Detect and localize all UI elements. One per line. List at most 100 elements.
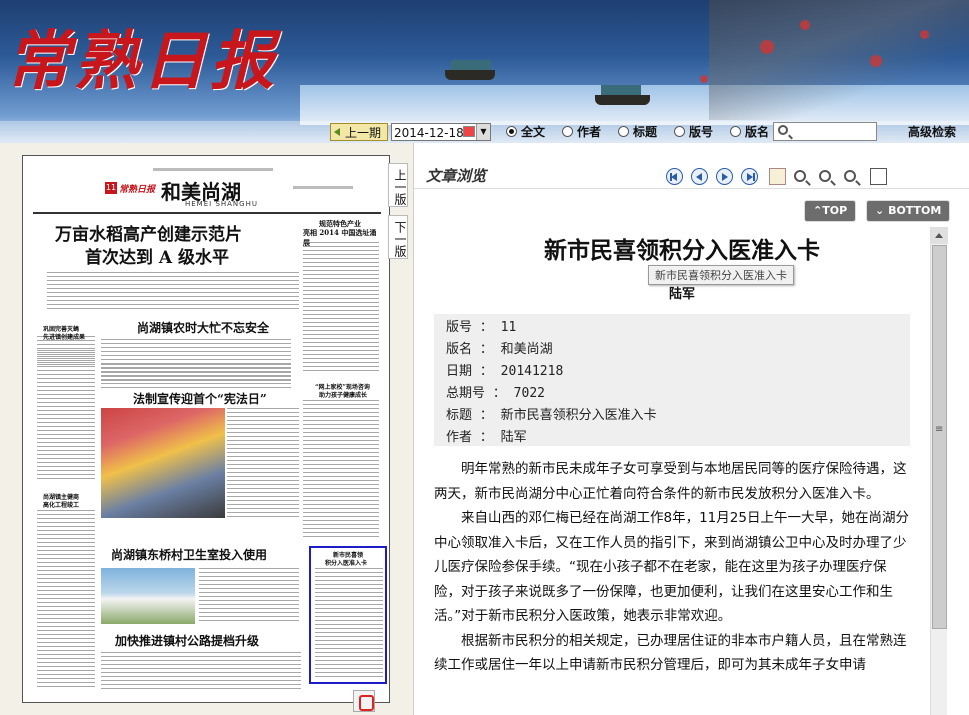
- search-input[interactable]: [773, 122, 877, 141]
- headline-5[interactable]: 加快推进镇村公路提档升级: [115, 632, 259, 649]
- banner-boat: [445, 60, 495, 80]
- bottom-button[interactable]: ⌄ BOTTOM: [866, 200, 951, 222]
- page-number: 11: [105, 182, 117, 194]
- headline-main-2[interactable]: 首次达到 A 级水平: [85, 243, 229, 268]
- article-text[interactable]: [303, 242, 379, 372]
- bottom-button-label: BOTTOM: [888, 204, 942, 217]
- photo-law-promotion[interactable]: [101, 408, 225, 518]
- radio-title[interactable]: [618, 126, 629, 137]
- search-icon[interactable]: [778, 125, 788, 135]
- meta-label: 版名: [446, 342, 473, 357]
- masthead-line: [153, 168, 273, 171]
- radio-author-label: 作者: [577, 125, 602, 139]
- headline-main-1[interactable]: 万亩水稻高产创建示范片: [55, 220, 242, 245]
- zoom-out-icon[interactable]: [844, 170, 856, 182]
- prev-icon[interactable]: [691, 168, 708, 185]
- pdf-icon[interactable]: [353, 690, 375, 712]
- calendar-icon[interactable]: [463, 126, 475, 137]
- article-paragraph: 根据新市民积分的相关规定，已办理居住证的非本市户籍人员，且在常熟连续工作或居住一…: [434, 632, 907, 674]
- photo-clinic[interactable]: [101, 568, 195, 624]
- selected-article-title-2: 积分入医准入卡: [325, 560, 368, 567]
- banner-blossom: [700, 75, 708, 83]
- banner-blossom: [920, 30, 929, 39]
- last-page-icon[interactable]: [741, 168, 758, 185]
- top-button[interactable]: ⌃TOP: [804, 200, 857, 222]
- prev-issue-button[interactable]: 上一期: [330, 123, 388, 141]
- headline-3[interactable]: 法制宣传迎首个“宪法日”: [133, 390, 267, 407]
- article-text[interactable]: [37, 510, 95, 690]
- tab-next-page[interactable]: 下一版: [388, 215, 408, 259]
- article-text[interactable]: [101, 652, 301, 692]
- copy-icon[interactable]: [870, 168, 887, 185]
- meta-label: 总期号: [446, 386, 486, 401]
- article-text[interactable]: [101, 364, 291, 382]
- article-text[interactable]: [227, 408, 299, 518]
- box-title-2[interactable]: 先进镇创建成果: [43, 332, 85, 341]
- meta-value: 11: [500, 320, 517, 335]
- meta-row: 标题 ： 新市民喜领积分入医准入卡: [446, 408, 657, 423]
- scroll-thumb[interactable]: [932, 245, 947, 629]
- meta-row: 作者 ： 陆军: [446, 430, 527, 445]
- radio-page-name[interactable]: [730, 126, 741, 137]
- article-text[interactable]: [303, 400, 379, 540]
- article-text[interactable]: [37, 350, 95, 480]
- radio-fulltext-label: 全文: [521, 125, 546, 139]
- viewer-title: 文章浏览: [426, 167, 487, 185]
- prev-issue-label: 上一期: [345, 126, 382, 140]
- meta-value: 20141218: [500, 364, 564, 379]
- page-masthead: 11 常熟日报 和美尚湖 HEMEI SHANGHU: [33, 164, 381, 214]
- banner-blossom: [800, 20, 810, 30]
- date-value: 2014-12-18: [394, 126, 464, 140]
- site-logo[interactable]: 常熟日报: [6, 10, 278, 102]
- article-author: 陆军: [668, 287, 695, 302]
- tab-prev-page[interactable]: 上一版: [388, 163, 408, 207]
- zoom-reset-icon[interactable]: [819, 170, 831, 182]
- prev-arrow-icon: [334, 128, 340, 136]
- meta-label: 作者: [446, 430, 473, 445]
- radio-page-name-label: 版名: [745, 125, 770, 139]
- chevron-down-icon: ⌄: [875, 204, 885, 217]
- meta-label: 标题: [446, 408, 473, 423]
- top-button-label: TOP: [822, 204, 848, 217]
- first-page-icon[interactable]: [666, 168, 683, 185]
- radio-page-number-label: 版号: [689, 125, 714, 139]
- banner-blossom: [760, 40, 774, 54]
- chevron-down-icon[interactable]: ▼: [476, 124, 490, 140]
- selected-article-box[interactable]: 新市民喜领 积分入医准入卡: [309, 546, 387, 684]
- article-text[interactable]: [199, 568, 299, 624]
- newspaper-page-thumbnail[interactable]: 11 常熟日报 和美尚湖 HEMEI SHANGHU 万亩水稻高产创建示范片 首…: [22, 155, 390, 703]
- scroll-up-icon[interactable]: [931, 227, 948, 244]
- box-title-4[interactable]: 高化工程竣工: [43, 500, 79, 509]
- banner-blossom: [870, 55, 882, 67]
- meta-label: 日期: [446, 364, 473, 379]
- next-icon[interactable]: [716, 168, 733, 185]
- title-tooltip: 新市民喜领积分入医准入卡: [648, 265, 794, 285]
- meta-value: 和美尚湖: [500, 342, 553, 357]
- article-text[interactable]: [47, 272, 299, 312]
- headline-2[interactable]: 尚湖镇农时大忙不忘安全: [137, 319, 269, 336]
- side-headline-4[interactable]: 助力孩子健康成长: [319, 390, 367, 399]
- selected-article-text: [315, 568, 383, 680]
- document-icon[interactable]: [769, 168, 786, 185]
- article-viewer: 文章浏览 ⌃TOP ⌄ BOTTOM 新市民喜领积分入医准入卡 新市民喜领积分入…: [414, 143, 969, 715]
- article-scrollbar[interactable]: [930, 227, 948, 715]
- newspaper-page: 11 常熟日报 和美尚湖 HEMEI SHANGHU 万亩水稻高产创建示范片 首…: [33, 164, 387, 694]
- article-paragraph: 来自山西的邓仁梅已经在尚湖工作8年，11月25日上午一大早，她在尚湖分中心领取准…: [434, 510, 909, 624]
- radio-page-number[interactable]: [674, 126, 685, 137]
- meta-value: 陆军: [500, 430, 527, 445]
- advanced-search-link[interactable]: 高级检索: [908, 123, 956, 141]
- chevron-up-icon: ⌃: [813, 204, 823, 217]
- meta-value: 7022: [513, 386, 545, 401]
- meta-row: 版名 ： 和美尚湖: [446, 342, 553, 357]
- article-paragraph: 明年常熟的新市民未成年子女可享受到与本地居民同等的医疗保险待遇，这两天，新市民尚…: [434, 461, 907, 502]
- headline-4[interactable]: 尚湖镇东桥村卫生室投入使用: [111, 546, 267, 563]
- radio-author[interactable]: [562, 126, 573, 137]
- zoom-in-icon[interactable]: [794, 170, 806, 182]
- section-pinyin: HEMEI SHANGHU: [185, 200, 258, 208]
- masthead-line: [293, 186, 353, 189]
- date-select[interactable]: 2014-12-18 ▼: [391, 123, 491, 141]
- masthead-brand: 常熟日报: [119, 185, 156, 195]
- article-meta: 版号 ： 11 版名 ： 和美尚湖 日期 ： 20141218 总期号 ： 70…: [434, 314, 910, 446]
- radio-fulltext[interactable]: [506, 126, 517, 137]
- meta-row: 总期号 ： 7022: [446, 386, 545, 401]
